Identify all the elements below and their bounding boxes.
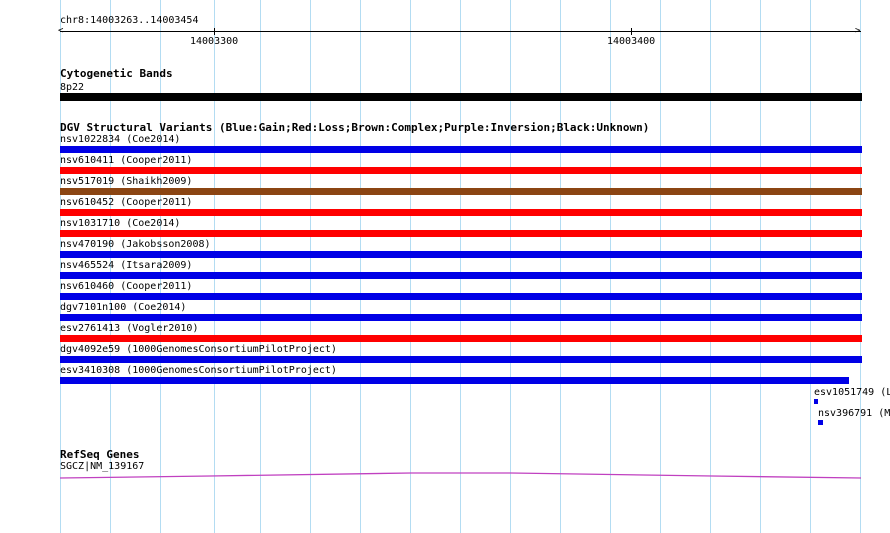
- gene-intron-line[interactable]: [59, 472, 862, 479]
- gene-model-svg: [59, 472, 862, 479]
